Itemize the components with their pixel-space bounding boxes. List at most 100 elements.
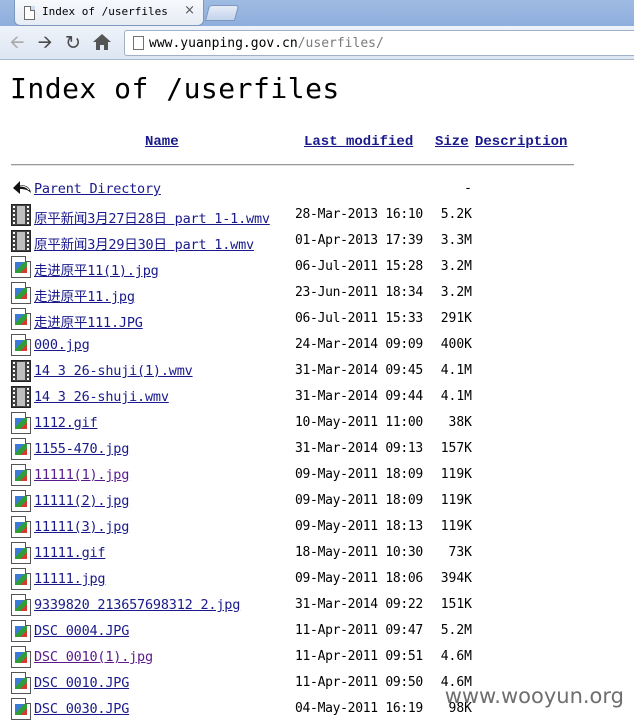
- image-icon: [11, 672, 31, 694]
- file-link[interactable]: 11111.gif: [34, 545, 106, 561]
- column-header-description[interactable]: Description: [475, 134, 567, 150]
- file-link[interactable]: 走进原平11(1).jpg: [34, 259, 159, 279]
- file-modified: 28-Mar-2013 16:10: [295, 207, 423, 222]
- file-size: 119K: [440, 467, 472, 482]
- image-icon: [11, 620, 31, 642]
- file-row: DSC 0010(1).jpg 11-Apr-2011 09:51 4.6M: [0, 646, 634, 672]
- file-link[interactable]: 1155-470.jpg: [34, 441, 129, 457]
- file-modified: 09-May-2011 18:06: [295, 571, 423, 586]
- file-row: 000.jpg 24-Mar-2014 09:09 400K: [0, 334, 634, 360]
- url-text[interactable]: www.yuanping.gov.cn/userfiles/: [149, 36, 384, 51]
- image-icon: [11, 282, 31, 304]
- file-modified: 11-Apr-2011 09:51: [295, 649, 423, 664]
- url-host: www.yuanping.gov.cn: [149, 36, 298, 51]
- file-modified: 11-Apr-2011 09:50: [295, 675, 423, 690]
- file-link[interactable]: 走进原平111.JPG: [34, 311, 143, 331]
- back-button[interactable]: 🡨: [6, 32, 28, 54]
- file-modified: 01-Apr-2013 17:39: [295, 233, 423, 248]
- file-row: 11111(3).jpg 09-May-2011 18:13 119K: [0, 516, 634, 542]
- file-link[interactable]: 原平新闻3月29日30日 part 1.wmv: [34, 233, 254, 253]
- image-icon: [11, 308, 31, 330]
- file-size: 4.1M: [440, 363, 472, 378]
- reload-icon: ↻: [65, 32, 81, 54]
- file-row: 1155-470.jpg 31-Mar-2014 09:13 157K: [0, 438, 634, 464]
- image-icon: [11, 542, 31, 564]
- file-modified: 10-May-2011 11:00: [295, 415, 423, 430]
- file-row: 11111(1).jpg 09-May-2011 18:09 119K: [0, 464, 634, 490]
- file-modified: 23-Jun-2011 18:34: [295, 285, 423, 300]
- parent-directory-link[interactable]: Parent Directory: [34, 181, 161, 197]
- image-icon: [11, 516, 31, 538]
- file-size: 73K: [448, 545, 472, 560]
- file-size: 119K: [440, 519, 472, 534]
- file-size: 400K: [440, 337, 472, 352]
- column-header-size[interactable]: Size: [435, 134, 469, 150]
- file-size: 38K: [448, 415, 472, 430]
- divider: [11, 164, 574, 166]
- file-link[interactable]: 000.jpg: [34, 337, 90, 353]
- file-size: 4.1M: [440, 389, 472, 404]
- video-icon: [11, 204, 31, 226]
- toolbar: 🡨 🡪 ↻ www.yuanping.gov.cn/userfiles/: [0, 26, 634, 60]
- image-icon: [11, 464, 31, 486]
- file-link[interactable]: 11111(3).jpg: [34, 519, 129, 535]
- file-size: 394K: [440, 571, 472, 586]
- file-link[interactable]: 11111(2).jpg: [34, 493, 129, 509]
- video-icon: [11, 386, 31, 408]
- address-bar[interactable]: www.yuanping.gov.cn/userfiles/: [124, 30, 634, 56]
- arrow-right-icon: 🡪: [37, 32, 53, 53]
- file-modified: 11-Apr-2011 09:47: [295, 623, 423, 638]
- file-modified: 06-Jul-2011 15:28: [295, 259, 423, 274]
- video-icon: [11, 360, 31, 382]
- file-size: 157K: [440, 441, 472, 456]
- file-link[interactable]: 原平新闻3月27日28日 part 1-1.wmv: [34, 207, 270, 227]
- file-row: 9339820 213657698312 2.jpg 31-Mar-2014 09…: [0, 594, 634, 620]
- file-size: 151K: [440, 597, 472, 612]
- file-link[interactable]: 9339820 213657698312 2.jpg: [34, 597, 240, 613]
- image-icon: [11, 256, 31, 278]
- file-modified: 24-Mar-2014 09:09: [295, 337, 423, 352]
- reload-button[interactable]: ↻: [62, 32, 84, 54]
- file-modified: 31-Mar-2014 09:22: [295, 597, 423, 612]
- image-icon: [11, 568, 31, 590]
- file-modified: 31-Mar-2014 09:13: [295, 441, 423, 456]
- file-link[interactable]: 11111.jpg: [34, 571, 106, 587]
- url-path: /userfiles/: [297, 36, 384, 51]
- image-icon: [11, 490, 31, 512]
- image-icon: [11, 334, 31, 356]
- file-row: 原平新闻3月29日30日 part 1.wmv 01-Apr-2013 17:39…: [0, 230, 634, 256]
- file-link[interactable]: 11111(1).jpg: [34, 467, 129, 483]
- file-modified: 09-May-2011 18:13: [295, 519, 423, 534]
- file-link[interactable]: DSC 0004.JPG: [34, 623, 129, 639]
- file-modified: 18-May-2011 10:30: [295, 545, 423, 560]
- close-icon[interactable]: ×: [184, 3, 195, 18]
- tab-active[interactable]: Index of /userfiles ×: [14, 0, 204, 26]
- image-icon: [11, 594, 31, 616]
- file-link[interactable]: DSC 0010.JPG: [34, 675, 129, 691]
- file-size: 5.2M: [440, 623, 472, 638]
- file-size: -: [464, 181, 472, 196]
- home-icon: [93, 34, 111, 50]
- file-row: 原平新闻3月27日28日 part 1-1.wmv 28-Mar-2013 16:…: [0, 204, 634, 230]
- column-header-name[interactable]: Name: [145, 134, 179, 150]
- file-size: 119K: [440, 493, 472, 508]
- watermark: www.wooyun.org: [444, 684, 624, 708]
- file-size: 5.2K: [440, 207, 472, 222]
- file-link[interactable]: DSC 0010(1).jpg: [34, 649, 153, 665]
- file-link[interactable]: 14 3 26-shuji(1).wmv: [34, 363, 193, 379]
- image-icon: [11, 412, 31, 434]
- home-button[interactable]: [91, 32, 113, 54]
- file-link[interactable]: DSC 0030.JPG: [34, 701, 129, 717]
- page-icon: [133, 36, 144, 50]
- file-link[interactable]: 1112.gif: [34, 415, 98, 431]
- tab-title: Index of /userfiles: [42, 5, 168, 18]
- file-modified: 31-Mar-2014 09:44: [295, 389, 423, 404]
- forward-button[interactable]: 🡪: [34, 32, 56, 54]
- column-header-last-modified[interactable]: Last modified: [304, 134, 413, 150]
- file-link[interactable]: 走进原平11.jpg: [34, 285, 135, 305]
- file-size: 3.2M: [440, 259, 472, 274]
- file-row: 1112.gif 10-May-2011 11:00 38K: [0, 412, 634, 438]
- file-size: 4.6M: [440, 649, 472, 664]
- new-tab-button[interactable]: [204, 5, 240, 21]
- file-link[interactable]: 14 3 26-shuji.wmv: [34, 389, 169, 405]
